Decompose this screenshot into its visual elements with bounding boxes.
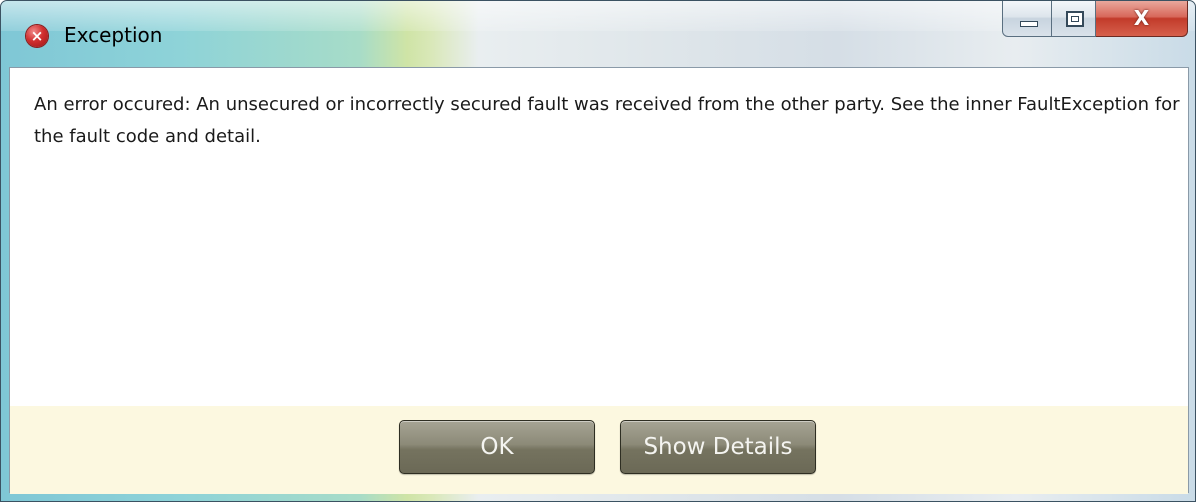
button-footer: OK Show Details [10,406,1188,494]
exception-window: × Exception X An error occured: An unsec… [0,0,1196,502]
ok-button[interactable]: OK [399,420,595,474]
dialog-body: An error occured: An unsecured or incorr… [9,67,1189,494]
minimize-icon [1020,21,1038,27]
show-details-button[interactable]: Show Details [620,420,816,474]
maximize-icon [1066,11,1084,27]
window-bottom-border [1,493,1195,501]
window-title: Exception [64,23,163,47]
title-bar[interactable]: × Exception X [1,1,1195,67]
error-icon: × [26,25,48,47]
close-icon: X [1133,6,1150,30]
maximize-button[interactable] [1052,1,1096,37]
close-button[interactable]: X [1096,1,1188,37]
caption-buttons: X [1002,1,1188,41]
minimize-button[interactable] [1002,1,1052,37]
error-message: An error occured: An unsecured or incorr… [34,94,1180,147]
